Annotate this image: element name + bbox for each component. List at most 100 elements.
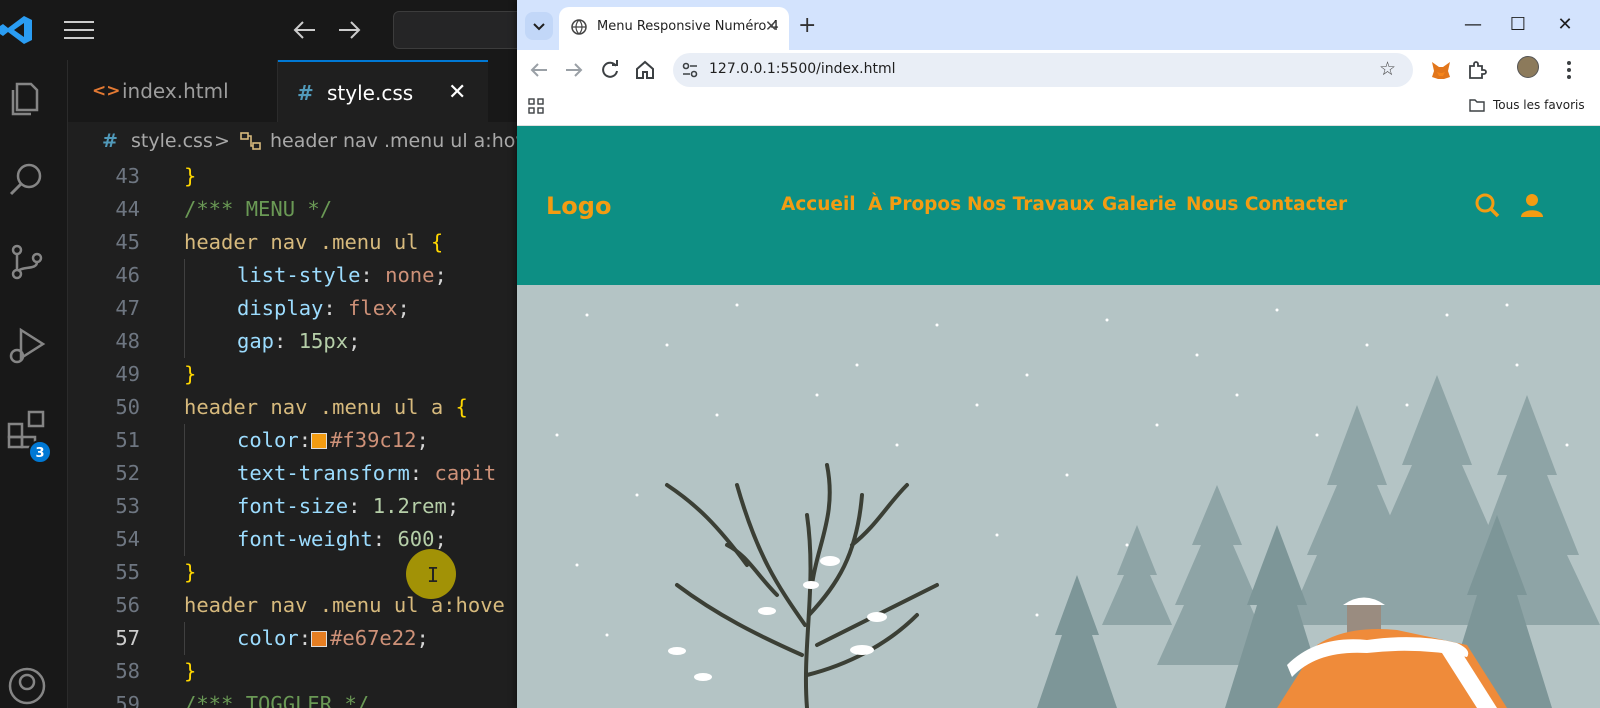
reload-icon[interactable] [598,58,622,82]
back-icon[interactable] [527,58,551,82]
code-line: 49} [68,358,530,391]
colon: : [298,428,312,452]
line-content: header nav .menu ul a { [184,391,468,424]
accounts-icon[interactable] [5,664,49,708]
code-line: 52 text-transform: capit [68,457,530,490]
browser-tab[interactable]: Menu Responsive Numéro 4 ✕ [559,7,789,50]
apps-grid-icon[interactable] [528,98,544,114]
explorer-icon[interactable] [5,76,49,120]
line-number: 47 [115,296,140,320]
text-cursor-icon: I [427,563,440,587]
nav-link-a-propos[interactable]: À Propos [868,194,961,215]
vscode-window: 3 <> index.html # style.css ✕ # style.cs… [0,0,543,708]
semicolon: ; [416,428,429,452]
line-number: 46 [115,263,140,287]
nav-link-nous-contacter[interactable]: Nous Contacter [1186,194,1347,215]
line-number: 45 [115,230,140,254]
tab-title: Menu Responsive Numéro 4 [597,19,779,34]
search-icon[interactable] [5,158,49,202]
tab-search-button[interactable] [525,12,553,40]
metamask-fox-icon[interactable] [1429,58,1453,82]
site-info-icon[interactable] [681,61,699,79]
nav-link-galerie[interactable]: Galerie [1102,194,1177,215]
selector: header nav .menu ul [184,230,431,254]
folder-icon [1469,99,1485,112]
run-debug-icon[interactable] [5,324,49,368]
line-number: 56 [115,593,140,617]
colon: : [372,527,398,551]
line-content: /*** TOGGLER */ [184,692,370,708]
close-window-button[interactable]: ✕ [1552,12,1578,38]
semicolon: ; [434,527,447,551]
nav-link-nos-travaux[interactable]: Nos Travaux [967,194,1095,215]
value: #e67e22 [330,626,417,650]
globe-icon [571,19,587,35]
activity-bar: 3 [0,60,68,708]
line-number: 44 [115,197,140,221]
editor-tab-bar: <> index.html # style.css ✕ [68,60,530,122]
close-icon[interactable]: ✕ [448,62,466,124]
brace: } [184,560,197,584]
chevron-right-icon: > [214,130,230,152]
code-line: 47 display: flex; [68,292,530,325]
line-content: color: #e67e22; [237,622,429,655]
kebab-menu-icon[interactable] [1557,58,1581,82]
value: capit [434,461,497,485]
address-bar[interactable]: 127.0.0.1:5500/index.html ☆ [673,53,1413,87]
property: color [237,626,299,650]
search-icon[interactable] [1474,192,1500,218]
colon: : [274,329,299,353]
new-tab-button[interactable]: + [798,13,816,38]
breadcrumb: # style.css > header nav .menu ul a:hov [68,122,530,160]
code-line: 51 color: #f39c12; [68,424,530,457]
tab-style-css[interactable]: # style.css ✕ [278,60,488,122]
color-swatch[interactable] [311,631,328,647]
line-number: 51 [115,428,140,452]
value: flex [348,296,398,320]
colon: : [409,461,435,485]
line-number: 54 [115,527,140,551]
arrow-right-icon[interactable] [337,18,363,42]
code-line: 59 /*** TOGGLER */ [68,688,530,708]
line-content: font-size: 1.2rem; [237,490,459,523]
semicolon: ; [416,626,429,650]
breadcrumb-file[interactable]: style.css [131,122,213,160]
user-icon[interactable] [1519,192,1545,218]
nav-link-accueil[interactable]: Accueil [781,194,856,215]
home-icon[interactable] [633,58,657,82]
forward-icon[interactable] [562,58,586,82]
extensions-puzzle-icon[interactable] [1465,58,1489,82]
code-line: 54 font-weight: 600; [68,523,530,556]
site-logo[interactable]: Logo [546,192,611,220]
line-content: color: #f39c12; [237,424,429,457]
vscode-logo-icon [0,16,32,44]
value: #f39c12 [330,428,417,452]
source-control-icon[interactable] [5,240,49,284]
code-line: 50 header nav .menu ul a { [68,391,530,424]
maximize-button[interactable]: ☐ [1505,12,1531,38]
line-number: 49 [115,362,140,386]
breadcrumb-symbol[interactable]: header nav .menu ul a:hov [270,122,527,160]
css-file-icon: # [102,130,118,152]
bare-tree [665,463,939,708]
browser-window: Menu Responsive Numéro 4 ✕ + — ☐ ✕ 127.0… [517,0,1600,708]
color-swatch[interactable] [311,433,328,449]
semicolon: ; [434,263,447,287]
bookmark-star-icon[interactable]: ☆ [1379,58,1396,80]
minimize-button[interactable]: — [1460,12,1486,38]
browser-toolbar: 127.0.0.1:5500/index.html ☆ [517,50,1600,90]
line-content: /*** MENU */ [184,197,333,221]
hero-illustration [517,285,1600,708]
property: gap [237,329,275,353]
url-text: 127.0.0.1:5500/index.html [709,61,896,77]
close-icon[interactable]: ✕ [765,17,778,35]
value: 600 [397,527,435,551]
profile-avatar-icon[interactable] [1517,56,1539,78]
bookmark-folder-all[interactable]: Tous les favoris [1493,98,1585,112]
code-editor[interactable]: 43} 44 /*** MENU */ 45 header nav .menu ul… [68,160,530,708]
winter-scene-image [555,303,1600,708]
arrow-left-icon[interactable] [291,18,317,42]
menu-icon[interactable] [64,20,94,40]
tab-index-html[interactable]: <> index.html [68,60,278,122]
line-content: text-transform: capit [237,457,496,490]
